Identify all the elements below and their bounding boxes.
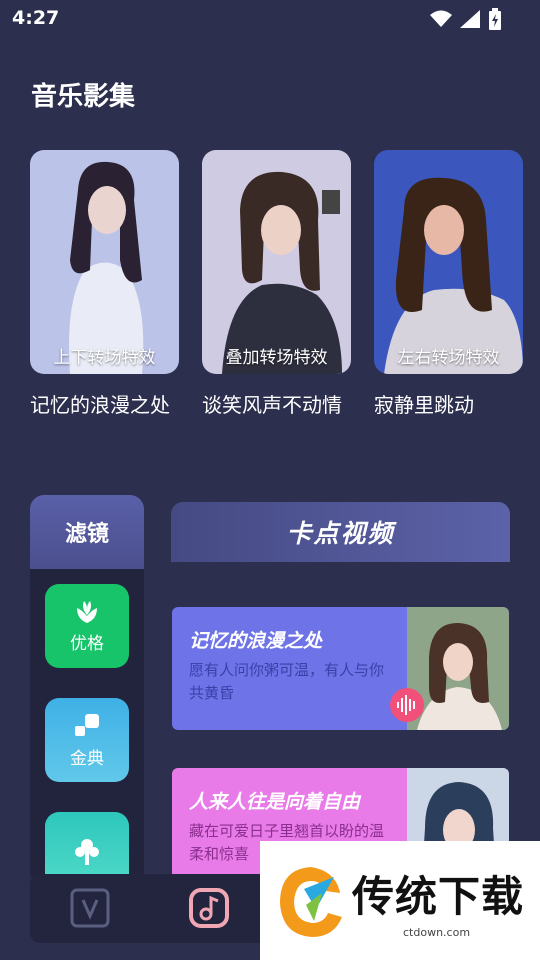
beat-card-title: 人来人往是向着自由 (189, 791, 361, 813)
album-thumbnail[interactable]: 叠加转场特效 (202, 150, 351, 374)
status-bar: 4:27 (0, 0, 540, 36)
tree-icon (75, 839, 99, 865)
audio-wave-icon[interactable] (389, 687, 425, 723)
album-image (30, 150, 179, 374)
album-caption: 左右转场特效 (397, 348, 500, 368)
status-icons (430, 8, 502, 30)
section-title: 音乐影集 (31, 82, 136, 112)
watermark-brand: 传统下载 (352, 872, 525, 921)
watermark-url: ctdown.com (403, 926, 471, 939)
wifi-icon (430, 10, 452, 27)
filter-item-youge[interactable]: 优格 (45, 584, 129, 668)
filter-item-label: 金典 (70, 748, 104, 769)
album-title: 寂静里跳动 (374, 393, 474, 417)
album-item[interactable]: 左右转场特效 寂静里跳动 (374, 150, 523, 417)
filter-item-jindian[interactable]: 金典 (45, 698, 129, 782)
album-item[interactable]: 叠加转场特效 谈笑风声不动情 (202, 150, 351, 417)
beat-card-text: 记忆的浪漫之处 愿有人问你粥可温，有人与你共黄昏 (172, 607, 407, 730)
album-title: 谈笑风声不动情 (202, 393, 342, 417)
flower-icon (77, 600, 97, 623)
album-thumbnail[interactable]: 上下转场特效 (30, 150, 179, 374)
signal-icon (460, 10, 480, 28)
battery-icon (489, 8, 501, 30)
music-album-icon[interactable] (189, 888, 229, 928)
beat-card[interactable]: 记忆的浪漫之处 愿有人问你粥可温，有人与你共黄昏 (172, 607, 509, 730)
album-image (202, 150, 351, 374)
album-caption: 上下转场特效 (53, 348, 156, 368)
album-caption: 叠加转场特效 (225, 348, 328, 368)
filter-title: 滤镜 (30, 495, 144, 569)
video-template-icon[interactable] (70, 888, 110, 928)
beat-card-title: 记忆的浪漫之处 (189, 630, 323, 652)
squares-icon (75, 713, 99, 736)
status-time: 4:27 (12, 7, 60, 29)
beat-card-desc: 愿有人问你粥可温，有人与你共黄昏 (189, 661, 385, 702)
beat-video-title: 卡点视频 (171, 502, 510, 562)
album-title: 记忆的浪漫之处 (30, 393, 170, 417)
filter-panel: 滤镜 优格 金典 (30, 495, 144, 885)
filter-item-label: 优格 (70, 633, 104, 654)
watermark-logo (280, 867, 342, 937)
album-image (374, 150, 523, 374)
album-item[interactable]: 上下转场特效 记忆的浪漫之处 (30, 150, 179, 417)
watermark: 传统下载 ctdown.com (260, 841, 540, 960)
album-thumbnail[interactable]: 左右转场特效 (374, 150, 523, 374)
